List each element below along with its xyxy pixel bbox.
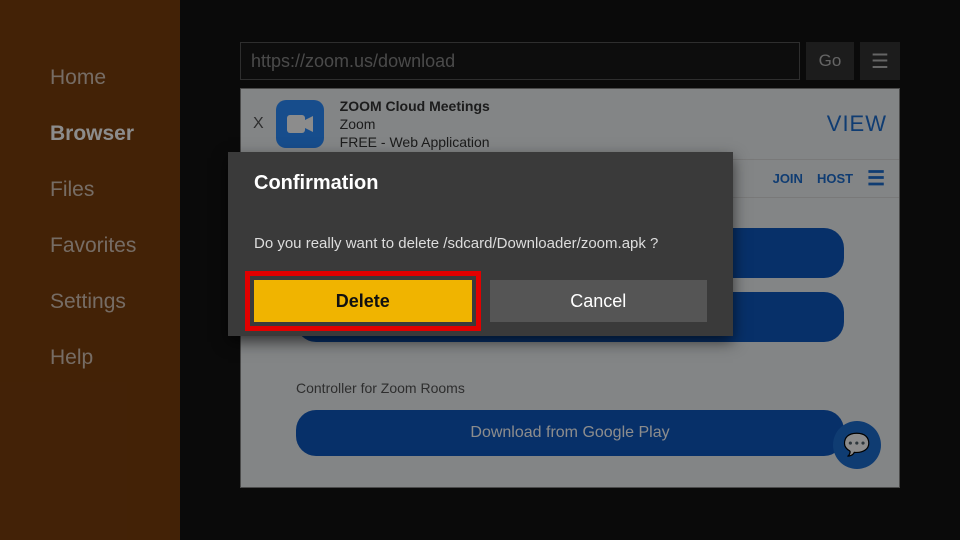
cancel-button[interactable]: Cancel	[490, 280, 708, 322]
dialog-buttons: Delete Cancel	[228, 280, 733, 322]
dialog-message: Do you really want to delete /sdcard/Dow…	[228, 205, 733, 280]
delete-button[interactable]: Delete	[254, 280, 472, 322]
dialog-title: Confirmation	[228, 152, 733, 205]
confirmation-dialog: Confirmation Do you really want to delet…	[228, 152, 733, 336]
